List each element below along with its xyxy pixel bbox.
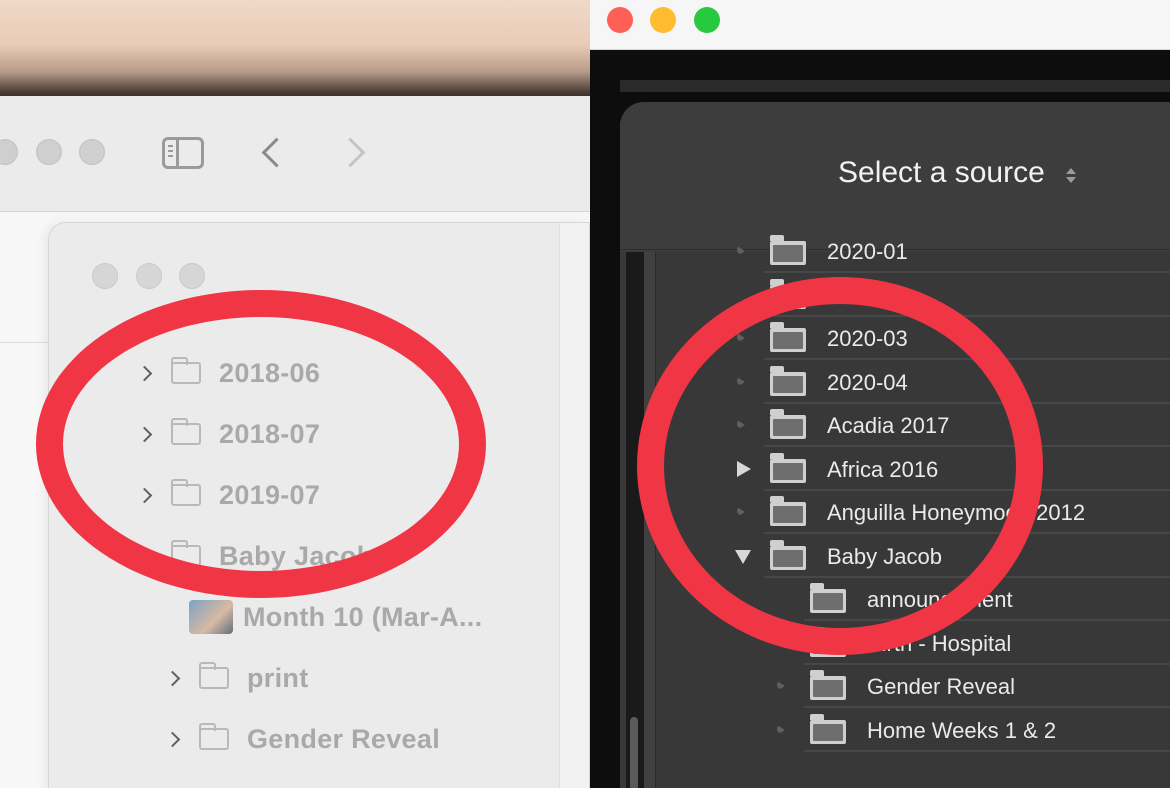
- forward-arrow-icon[interactable]: [340, 134, 366, 170]
- sidebar-toggle-icon[interactable]: [162, 137, 204, 169]
- folder-row[interactable]: 2020-01: [620, 230, 1170, 273]
- folder-label: Gender Reveal: [867, 674, 1015, 699]
- folder-icon: [810, 713, 846, 744]
- folder-icon: [199, 723, 229, 750]
- divider: [0, 342, 50, 343]
- close-button[interactable]: [607, 7, 633, 33]
- folder-label: Gender Reveal: [247, 723, 440, 754]
- back-arrow-icon[interactable]: [258, 134, 284, 170]
- chevron-right-icon[interactable]: [165, 729, 185, 749]
- folder-row-print[interactable]: print: [165, 658, 309, 698]
- sheet-zoom-button[interactable]: [179, 263, 205, 289]
- minimize-button[interactable]: [650, 7, 676, 33]
- disclosure-triangle-icon[interactable]: [775, 723, 789, 737]
- folder-row[interactable]: Home Weeks 1 & 2: [620, 709, 1170, 752]
- sheet-header: Select a source: [620, 102, 1170, 250]
- folder-row-gender-reveal[interactable]: Gender Reveal: [165, 719, 440, 759]
- chevron-right-icon[interactable]: [165, 668, 185, 688]
- annotation-circle-left: [36, 290, 486, 598]
- panel-edge: [620, 80, 1170, 92]
- disclosure-triangle-icon[interactable]: [735, 244, 749, 258]
- row-separator: [804, 749, 1170, 752]
- zoom-button[interactable]: [694, 7, 720, 33]
- disclosure-triangle-icon[interactable]: [775, 679, 789, 693]
- window-close-button[interactable]: [0, 139, 18, 165]
- window-zoom-button[interactable]: [79, 139, 105, 165]
- folder-icon: [810, 670, 846, 700]
- desktop-wallpaper: [0, 0, 590, 100]
- sort-arrows-icon[interactable]: [1064, 166, 1078, 186]
- sheet-side-panel: [559, 223, 589, 788]
- sheet-minimize-button[interactable]: [136, 263, 162, 289]
- album-thumbnail: [189, 600, 233, 634]
- folder-icon: [199, 662, 229, 689]
- album-row-month-10[interactable]: Month 10 (Mar-A...: [189, 597, 482, 637]
- sheet-close-button[interactable]: [92, 263, 118, 289]
- window-minimize-button[interactable]: [36, 139, 62, 165]
- folder-label: Home Weeks 1 & 2: [867, 717, 1057, 743]
- window-titlebar: [590, 0, 1170, 50]
- source-selector[interactable]: Select a source: [838, 156, 1045, 190]
- folder-row[interactable]: Gender Reveal: [620, 665, 1170, 708]
- annotation-circle-right: [637, 277, 1043, 655]
- folder-label: print: [247, 662, 309, 693]
- folder-label: 2020-01: [827, 239, 908, 264]
- window-toolbar: [0, 96, 590, 212]
- folder-icon: [770, 235, 806, 265]
- album-label: Month 10 (Mar-A...: [243, 601, 483, 632]
